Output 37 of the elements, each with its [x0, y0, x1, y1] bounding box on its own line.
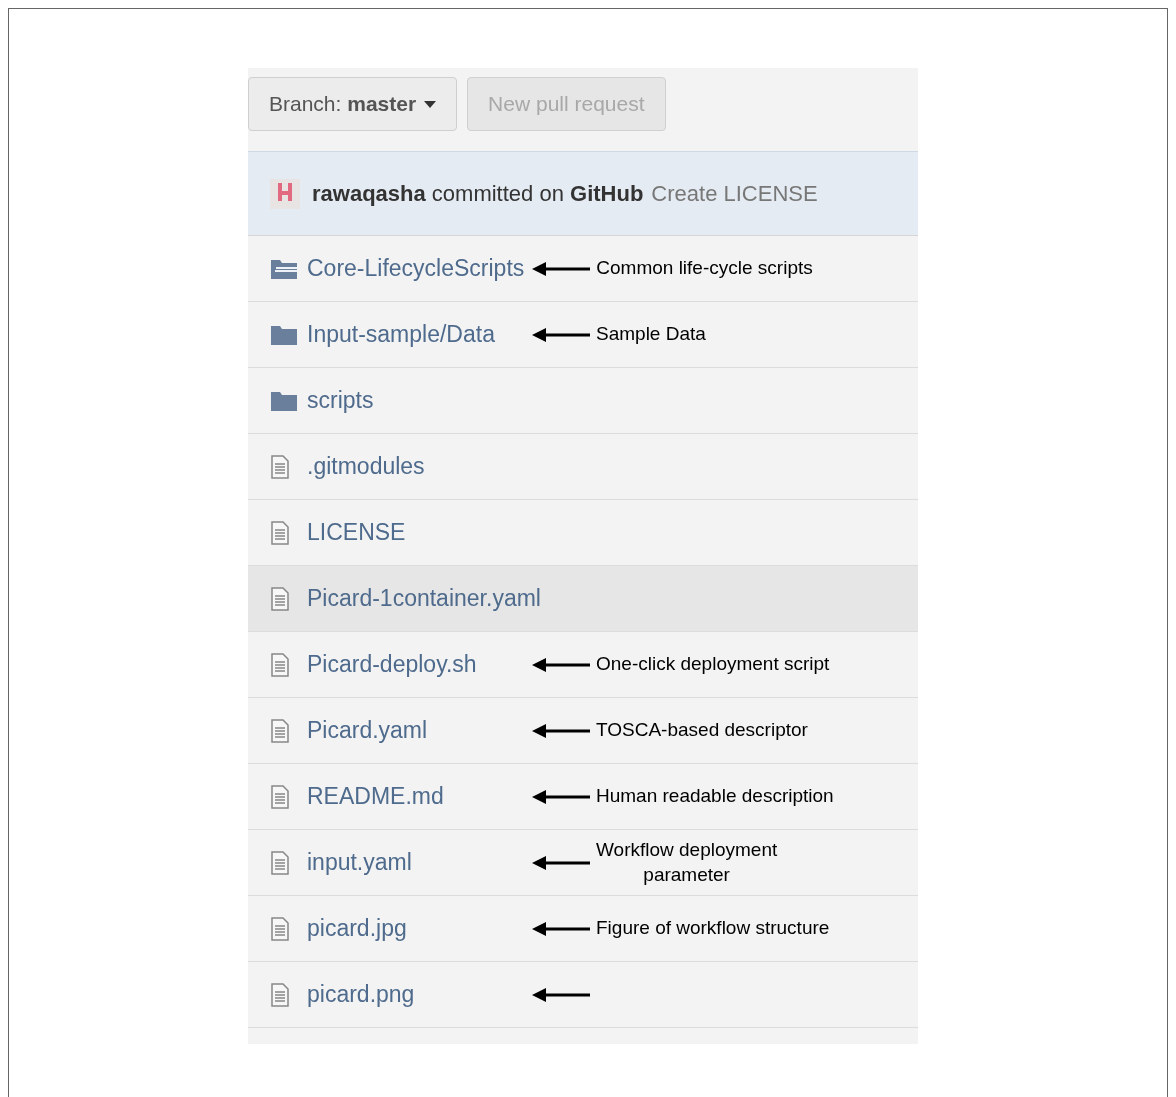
file-icon: [270, 586, 290, 611]
file-name-link[interactable]: .gitmodules: [307, 449, 532, 484]
file-name-link[interactable]: Input-sample/Data: [307, 317, 532, 352]
file-name-link[interactable]: Picard.yaml: [307, 713, 532, 748]
file-icon: [270, 850, 290, 875]
file-icon: [270, 652, 290, 677]
annotation-label: One-click deployment script: [596, 652, 830, 677]
annotation-label: Common life-cycle scripts: [596, 256, 813, 281]
file-name-link[interactable]: picard.png: [307, 977, 532, 1012]
file-icon: [270, 784, 290, 809]
file-name-link[interactable]: Core-LifecycleScripts: [307, 251, 533, 286]
commit-message: Create LICENSE: [651, 180, 818, 208]
annotation-label: Workflow deployment parameter: [596, 837, 778, 887]
folder-icon: [270, 389, 298, 412]
annotation-label: Sample Data: [596, 322, 706, 347]
caret-icon: [424, 100, 437, 108]
annotation-label: Human readable description: [596, 784, 834, 809]
file-icon: [270, 718, 290, 743]
file-name-link[interactable]: scripts: [307, 383, 532, 418]
avatar-icon: [270, 178, 300, 209]
file-name-link[interactable]: Picard-deploy.sh: [307, 647, 532, 682]
file-icon: [270, 520, 290, 545]
file-name-link[interactable]: input.yaml: [307, 845, 532, 880]
file-name-link[interactable]: Picard-1container.yaml: [307, 581, 549, 616]
commit-summary: rawaqasha committed on GitHub: [312, 180, 644, 208]
file-name-link[interactable]: picard.jpg: [307, 911, 532, 946]
file-icon: [270, 982, 290, 1007]
branch-button[interactable]: Branch: master: [248, 77, 458, 131]
folder-stack-icon: [270, 257, 298, 280]
folder-icon: [270, 323, 298, 346]
file-name-link[interactable]: LICENSE: [307, 515, 532, 550]
file-icon: [270, 916, 290, 941]
annotation-label: TOSCA-based descriptor: [596, 718, 808, 743]
file-icon: [270, 454, 290, 479]
file-name-link[interactable]: README.md: [307, 779, 532, 814]
file-row[interactable]: Picard-1container.yaml: [248, 566, 918, 632]
annotation-label: Figure of workflow structure: [596, 916, 830, 941]
